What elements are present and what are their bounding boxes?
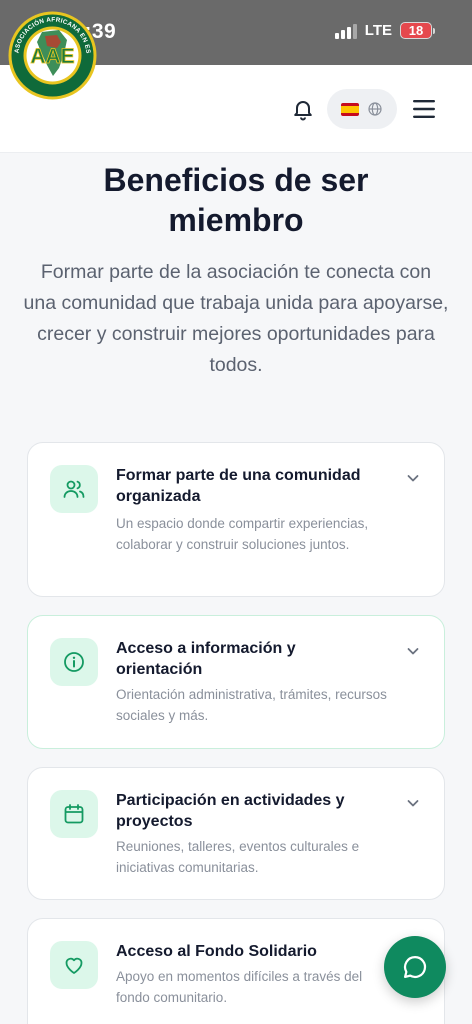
language-selector[interactable] (327, 89, 397, 129)
benefit-title: Acceso al Fondo Solidario (116, 943, 317, 960)
page-title: Beneficios de ser miembro (103, 162, 369, 238)
chevron-down-icon[interactable] (406, 644, 420, 658)
hamburger-menu-icon[interactable] (413, 99, 435, 119)
chat-button[interactable] (384, 936, 446, 998)
chevron-down-icon[interactable] (406, 471, 420, 485)
benefit-description: Apoyo en momentos difíciles a través del… (116, 969, 363, 1005)
battery-icon: 18 (400, 22, 435, 39)
network-type: LTE (364, 22, 392, 39)
battery-level: 18 (408, 23, 424, 38)
benefit-card-community[interactable]: Formar parte de una comunidad organizada… (27, 442, 445, 597)
heart-icon (50, 941, 98, 989)
benefit-card-activities[interactable]: Participación en actividades y proyectos… (27, 767, 445, 900)
status-indicators: LTE 18 (334, 22, 435, 39)
chevron-down-icon[interactable] (406, 796, 420, 810)
benefit-card-information[interactable]: Acceso a información y orientación Orien… (27, 615, 445, 749)
signal-icon (334, 23, 357, 39)
benefit-description: Un espacio donde compartir experiencias,… (116, 516, 369, 552)
calendar-icon (50, 790, 98, 838)
spain-flag-icon (341, 102, 359, 116)
page-subtitle: Formar parte de la asociación te conecta… (23, 261, 449, 376)
benefit-title: Acceso a información y orientación (116, 640, 296, 678)
globe-icon (368, 102, 382, 116)
benefit-card-solidarity-fund[interactable]: Acceso al Fondo Solidario Apoyo en momen… (27, 918, 445, 1024)
benefit-title: Participación en actividades y proyectos (116, 792, 345, 830)
chat-bubble-icon (403, 955, 427, 979)
benefit-description: Orientación administrativa, trámites, re… (116, 687, 387, 723)
benefit-description: Reuniones, talleres, eventos culturales … (116, 839, 360, 875)
site-logo[interactable]: AAE ASOCIACIÓN AFRICANA EN ESPAÑA (5, 3, 98, 101)
users-icon (50, 465, 98, 513)
benefit-title: Formar parte de una comunidad organizada (116, 467, 361, 505)
logo-short-text: AAE (30, 45, 74, 68)
bell-button[interactable] (285, 91, 321, 127)
bell-icon (294, 101, 312, 121)
info-icon (50, 638, 98, 686)
